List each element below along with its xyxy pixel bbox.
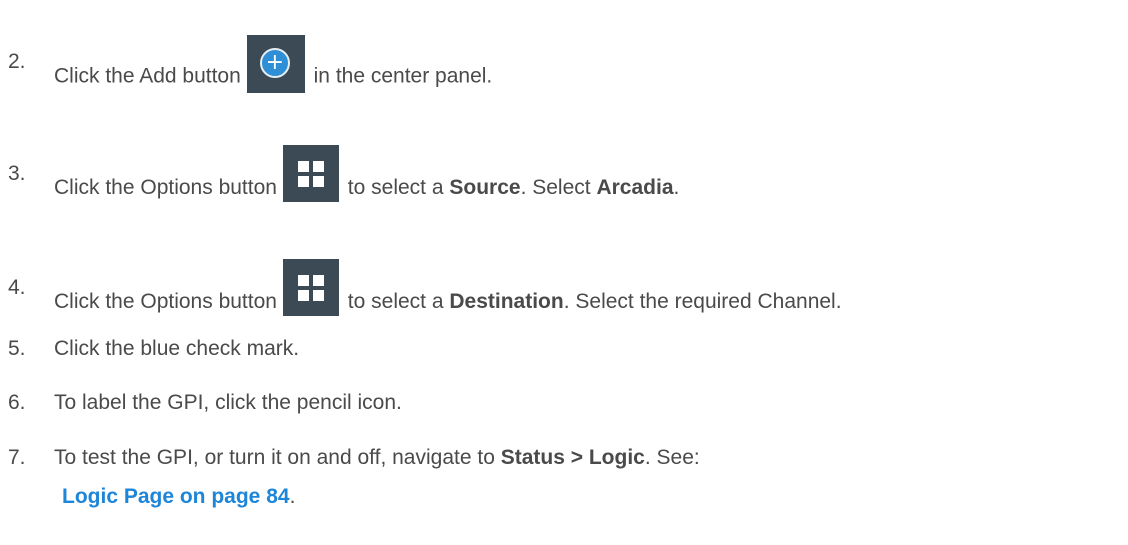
step-number: 7.: [8, 446, 26, 469]
step-number: 5.: [8, 337, 26, 360]
options-grid-icon: [282, 145, 339, 202]
step-number: 2.: [8, 50, 26, 73]
step-text: Click the Options button to select a Des…: [54, 259, 842, 331]
step-text-before: To test the GPI, or turn it on and off, …: [54, 446, 495, 469]
step-text: To test the GPI, or turn it on and off, …: [54, 444, 700, 472]
logic-page-link[interactable]: Logic Page on page 84: [62, 485, 290, 508]
plus-icon: +: [259, 48, 290, 78]
step-text-before: Click the Add button: [54, 64, 241, 88]
step-text-before: Click the Options button: [54, 290, 277, 314]
step-text-before: Click the Options button: [54, 176, 277, 200]
status-logic-bold: Status > Logic: [500, 446, 645, 469]
destination-bold: Destination: [449, 290, 564, 314]
source-bold: Source: [449, 176, 521, 200]
options-grid-icon: [282, 259, 339, 316]
step-text: Click the Options button to select a Sou…: [54, 145, 680, 217]
step-number: 3.: [8, 162, 26, 185]
step-text-after: in the center panel.: [313, 64, 493, 88]
step-text-mid: . Select the required Channel.: [563, 290, 842, 314]
step-text-after: to select a: [347, 290, 444, 314]
step-text: Click the Add button + in the center pane…: [54, 35, 493, 106]
step-text-mid: . Select: [520, 176, 591, 200]
step-number: 6.: [8, 391, 26, 414]
step-text: Click the blue check mark.: [54, 337, 300, 360]
step-text-mid: . See:: [644, 446, 700, 469]
link-line: Logic Page on page 84.: [62, 483, 295, 511]
step-text-after: to select a: [347, 176, 444, 200]
step-text-end: .: [673, 176, 680, 200]
step-text: To label the GPI, click the pencil icon.: [54, 391, 402, 414]
arcadia-bold: Arcadia: [596, 176, 674, 200]
step-number: 4.: [8, 276, 26, 299]
step-text-end: .: [289, 485, 296, 508]
add-button-icon: +: [246, 35, 305, 93]
